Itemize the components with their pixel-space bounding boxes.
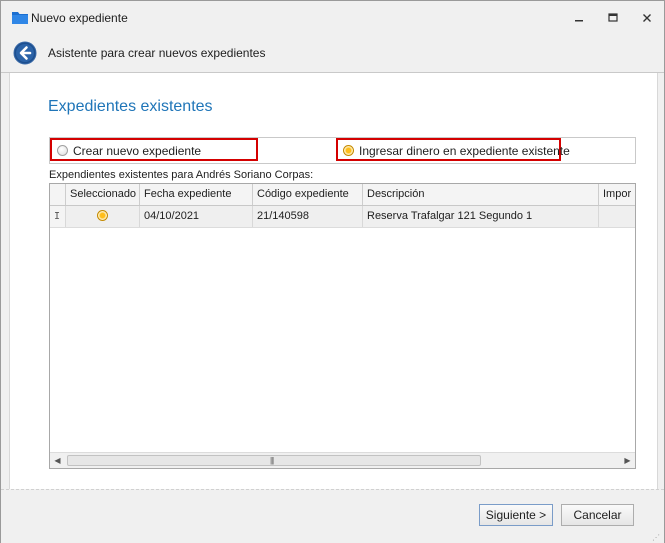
scroll-thumb[interactable]: |||	[67, 455, 481, 466]
column-header-fecha[interactable]: Fecha expediente	[140, 184, 253, 205]
close-icon	[643, 14, 651, 22]
wizard-title: Asistente para crear nuevos expedientes	[48, 46, 266, 60]
column-header-descripcion[interactable]: Descripción	[363, 184, 599, 205]
section-title: Expedientes existentes	[48, 98, 213, 115]
cell-fecha[interactable]: 04/10/2021	[140, 206, 253, 227]
minimize-button[interactable]	[568, 7, 590, 29]
option-existing-expediente[interactable]: Ingresar dinero en expediente existente	[336, 138, 570, 161]
back-arrow-icon[interactable]	[13, 41, 37, 65]
row-selected-radio[interactable]	[97, 210, 108, 221]
cell-seleccionado[interactable]	[66, 206, 140, 227]
horizontal-scrollbar[interactable]: ◀ ||| ▶	[50, 452, 635, 468]
option-label: Crear nuevo expediente	[73, 144, 202, 158]
grip-icon: |||	[270, 456, 274, 465]
close-button[interactable]	[636, 7, 658, 29]
column-header-seleccionado[interactable]: Seleccionado	[66, 184, 140, 205]
wizard-header: Asistente para crear nuevos expedientes	[1, 35, 664, 73]
maximize-icon	[608, 13, 618, 22]
next-button[interactable]: Siguiente >	[479, 504, 553, 526]
window-title: Nuevo expediente	[31, 11, 128, 25]
table-row[interactable]: I 04/10/2021 21/140598 Reserva Trafalgar…	[50, 206, 635, 228]
column-header-codigo[interactable]: Código expediente	[253, 184, 363, 205]
option-label: Ingresar dinero en expediente existente	[359, 144, 570, 158]
cancel-button[interactable]: Cancelar	[561, 504, 634, 526]
maximize-button[interactable]	[602, 7, 624, 29]
cell-codigo[interactable]: 21/140598	[253, 206, 363, 227]
scroll-right-icon[interactable]: ▶	[620, 453, 635, 468]
radio-new-expediente[interactable]	[57, 145, 68, 156]
cell-importe[interactable]	[599, 206, 635, 227]
row-indicator-text: I	[54, 211, 61, 222]
header-indicator	[50, 184, 66, 205]
wizard-footer: Siguiente > Cancelar ⋰	[1, 489, 664, 543]
column-header-importe[interactable]: Impor	[599, 184, 635, 205]
scroll-left-icon[interactable]: ◀	[50, 453, 65, 468]
option-group: Crear nuevo expediente Ingresar dinero e…	[49, 137, 636, 164]
grid-caption: Expendientes existentes para Andrés Sori…	[49, 169, 314, 181]
cell-descripcion[interactable]: Reserva Trafalgar 121 Segundo 1	[363, 206, 599, 227]
row-indicator: I	[50, 206, 66, 227]
dialog-window: Nuevo expediente Asistente para crear nu…	[0, 0, 665, 543]
radio-existing-expediente[interactable]	[343, 145, 354, 156]
grid-header: Seleccionado Fecha expediente Código exp…	[50, 184, 635, 206]
folder-icon	[12, 12, 28, 24]
option-new-expediente[interactable]: Crear nuevo expediente	[50, 138, 258, 161]
resize-grip-icon[interactable]: ⋰	[652, 534, 660, 542]
minimize-icon	[575, 20, 583, 22]
expedientes-grid: Seleccionado Fecha expediente Código exp…	[49, 183, 636, 469]
title-bar[interactable]: Nuevo expediente	[1, 1, 664, 35]
wizard-content: Expedientes existentes Crear nuevo exped…	[9, 73, 658, 489]
